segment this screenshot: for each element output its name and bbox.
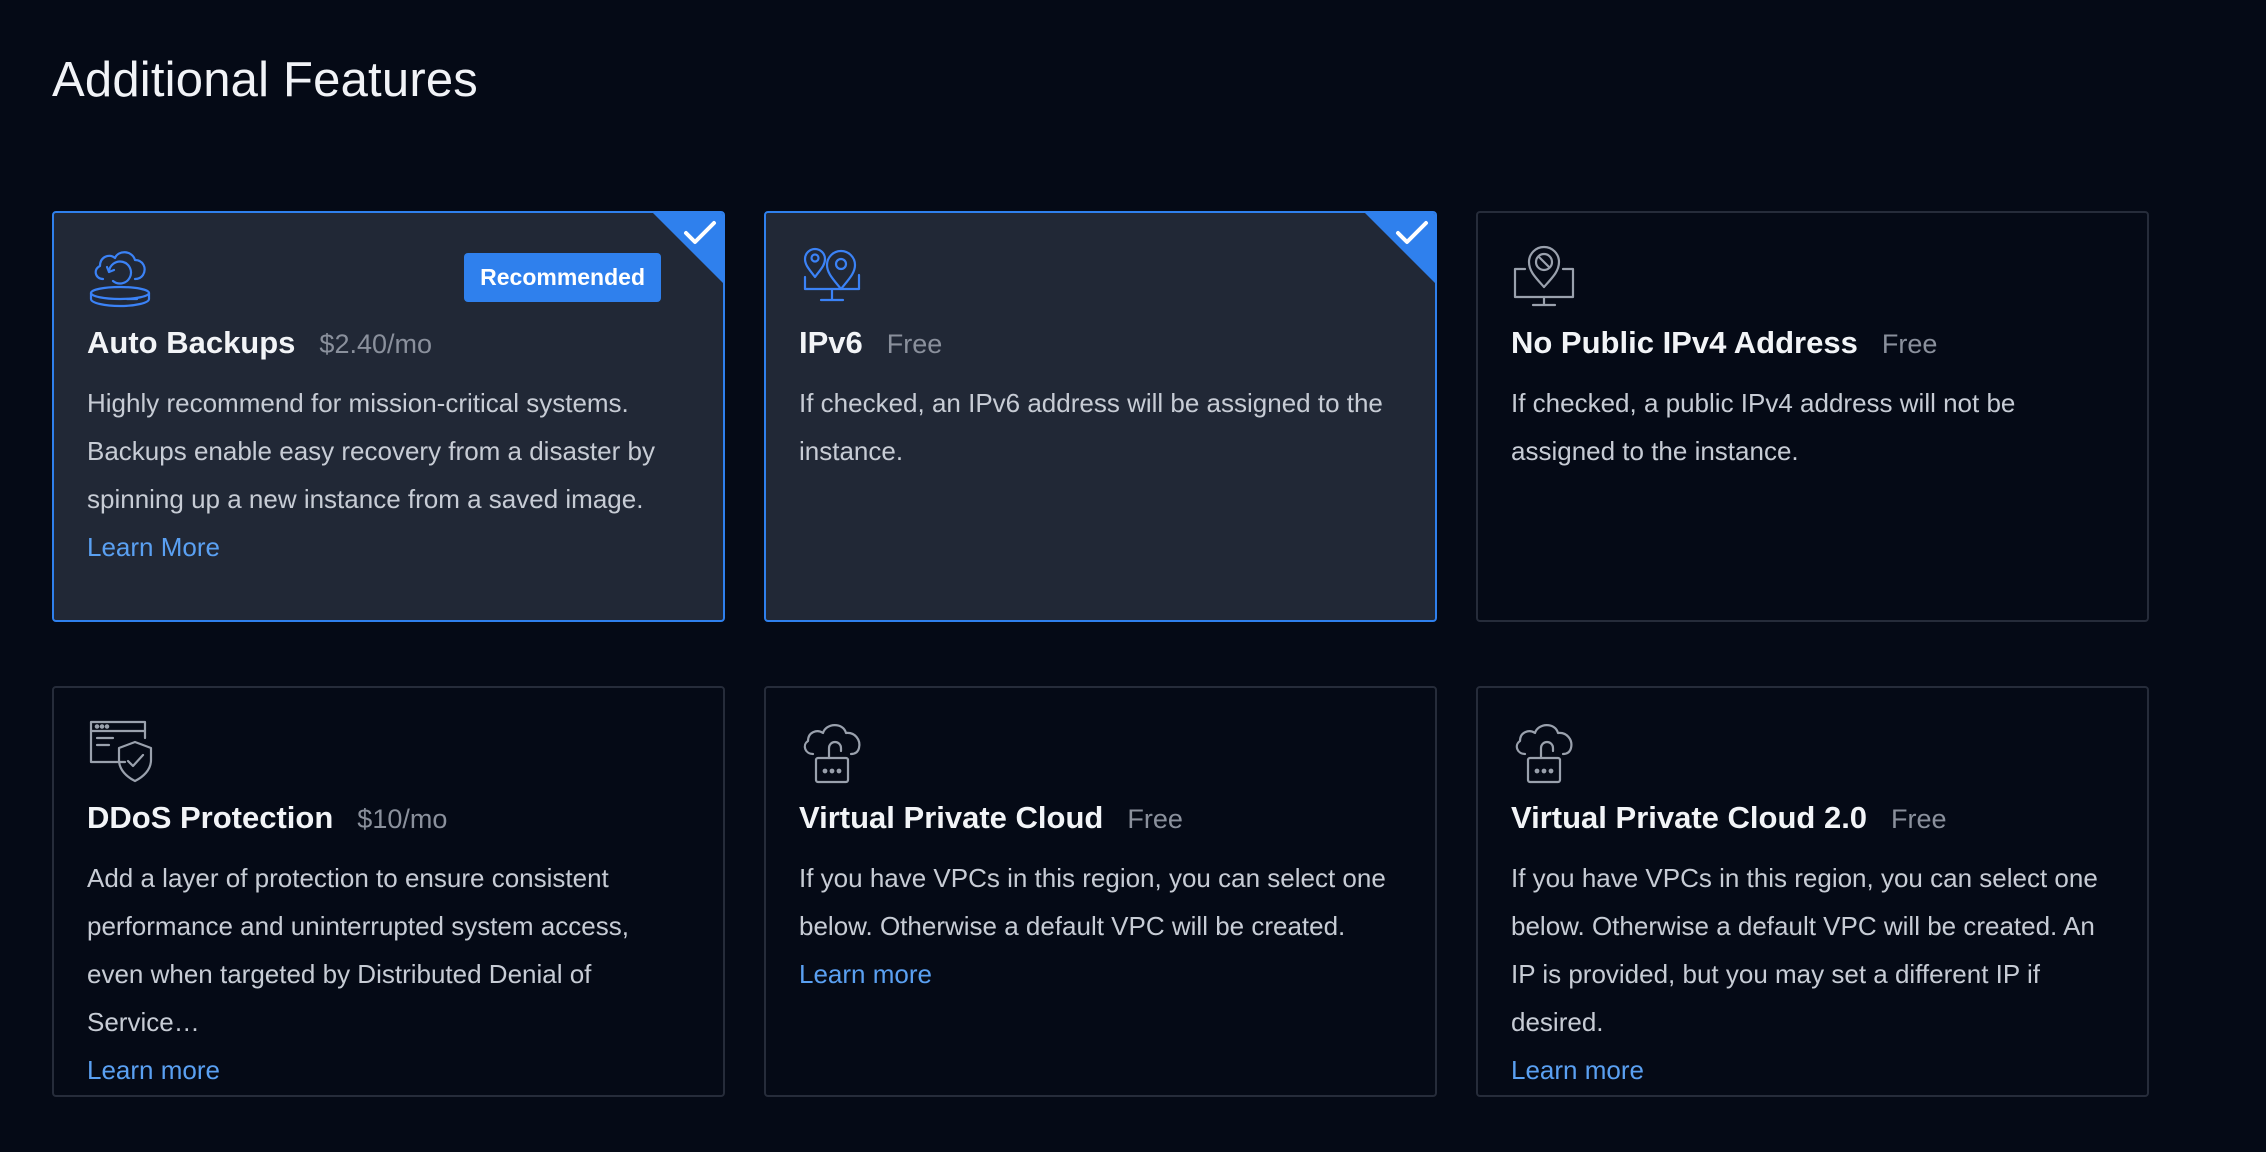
card-header: IPv6 Free [799,325,1402,361]
card-price: Free [1127,804,1183,834]
feature-card-ddos-protection[interactable]: DDoS Protection $10/mo Add a layer of pr… [52,686,725,1097]
learn-more-link[interactable]: Learn more [799,950,1402,998]
network-pins-icon [799,243,865,309]
card-price: Free [886,329,943,359]
card-title: Virtual Private Cloud 2.0 [1511,800,1868,835]
learn-more-link[interactable]: Learn more [87,1046,690,1094]
features-grid: Recommended Auto Backups $2.40/mo Highly… [52,211,2149,1097]
card-description: If you have VPCs in this region, you can… [799,863,1386,941]
card-header: Auto Backups $2.40/mo [87,325,690,361]
card-description: If checked, an IPv6 address will be assi… [799,388,1383,466]
card-title: Virtual Private Cloud [799,800,1104,835]
card-header: DDoS Protection $10/mo [87,800,690,836]
card-description: Highly recommend for mission-critical sy… [87,388,655,514]
cloud-backup-icon [87,243,153,309]
checkmark-icon [1396,221,1428,244]
browser-shield-icon [87,718,153,784]
card-price: Free [1891,804,1947,834]
card-title: Auto Backups [87,325,296,360]
no-network-pin-icon [1511,243,1577,309]
card-title: IPv6 [799,325,863,360]
checkmark-icon [684,221,716,244]
section-title: Additional Features [52,53,478,107]
feature-card-ipv6[interactable]: IPv6 Free If checked, an IPv6 address wi… [764,211,1437,622]
recommended-badge: Recommended [464,253,661,302]
card-header: Virtual Private Cloud Free [799,800,1402,836]
learn-more-link[interactable]: Learn more [1511,1046,2114,1094]
card-price: $2.40/mo [319,329,432,359]
card-description: If you have VPCs in this region, you can… [1511,863,2098,1037]
card-price: $10/mo [357,804,448,834]
card-title: No Public IPv4 Address [1511,325,1858,360]
feature-card-vpc-2[interactable]: Virtual Private Cloud 2.0 Free If you ha… [1476,686,2149,1097]
cloud-lock-icon [1511,718,1577,784]
cloud-lock-icon [799,718,865,784]
feature-card-auto-backups[interactable]: Recommended Auto Backups $2.40/mo Highly… [52,211,725,622]
card-title: DDoS Protection [87,800,334,835]
card-header: No Public IPv4 Address Free [1511,325,2114,361]
card-description: Add a layer of protection to ensure cons… [87,863,629,1037]
card-header: Virtual Private Cloud 2.0 Free [1511,800,2114,836]
feature-card-no-public-ipv4[interactable]: No Public IPv4 Address Free If checked, … [1476,211,2149,622]
additional-features-page: Additional Features Recommended Auto Bac… [0,0,2266,1152]
feature-card-vpc[interactable]: Virtual Private Cloud Free If you have V… [764,686,1437,1097]
card-description: If checked, a public IPv4 address will n… [1511,388,2016,466]
learn-more-link[interactable]: Learn More [87,523,690,571]
card-price: Free [1881,329,1938,359]
